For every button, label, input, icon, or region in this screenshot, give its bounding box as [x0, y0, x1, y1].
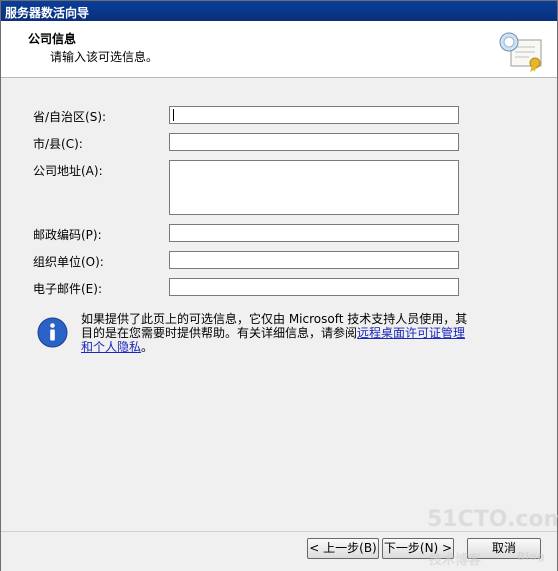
postal-code-label: 邮政编码(P):	[33, 228, 102, 242]
info-text-end: 。	[141, 340, 154, 354]
window-title: 服务器数活向导	[5, 6, 90, 20]
watermark-blog: Blog	[517, 550, 545, 563]
org-unit-input[interactable]	[169, 251, 459, 269]
text-cursor	[173, 109, 174, 121]
page-subtitle: 请输入该可选信息。	[50, 50, 159, 64]
email-input[interactable]	[169, 278, 459, 296]
wizard-window: 服务器数活向导 公司信息 请输入该可选信息。 省/自治区(S): 市/县(C):…	[0, 0, 558, 571]
city-input[interactable]	[169, 133, 459, 151]
certificate-icon	[499, 32, 542, 72]
title-bar[interactable]: 服务器数活向导	[1, 1, 557, 21]
info-icon	[37, 317, 68, 348]
address-input[interactable]	[169, 160, 459, 215]
address-label: 公司地址(A):	[33, 164, 103, 178]
back-button[interactable]: < 上一步(B)	[307, 538, 379, 559]
province-input[interactable]	[169, 106, 459, 124]
org-unit-label: 组织单位(O):	[33, 255, 104, 269]
watermark-site: 51CTO.com	[427, 507, 558, 532]
email-label: 电子邮件(E):	[33, 282, 102, 296]
province-label: 省/自治区(S):	[33, 110, 107, 124]
wizard-header: 公司信息 请输入该可选信息。	[1, 21, 557, 78]
postal-code-input[interactable]	[169, 224, 459, 242]
page-title: 公司信息	[28, 32, 77, 46]
city-label: 市/县(C):	[33, 137, 83, 151]
info-message: 如果提供了此页上的可选信息，它仅由 Microsoft 技术支持人员使用，其目的…	[81, 312, 471, 354]
watermark-tech: 技术博客	[429, 553, 482, 568]
